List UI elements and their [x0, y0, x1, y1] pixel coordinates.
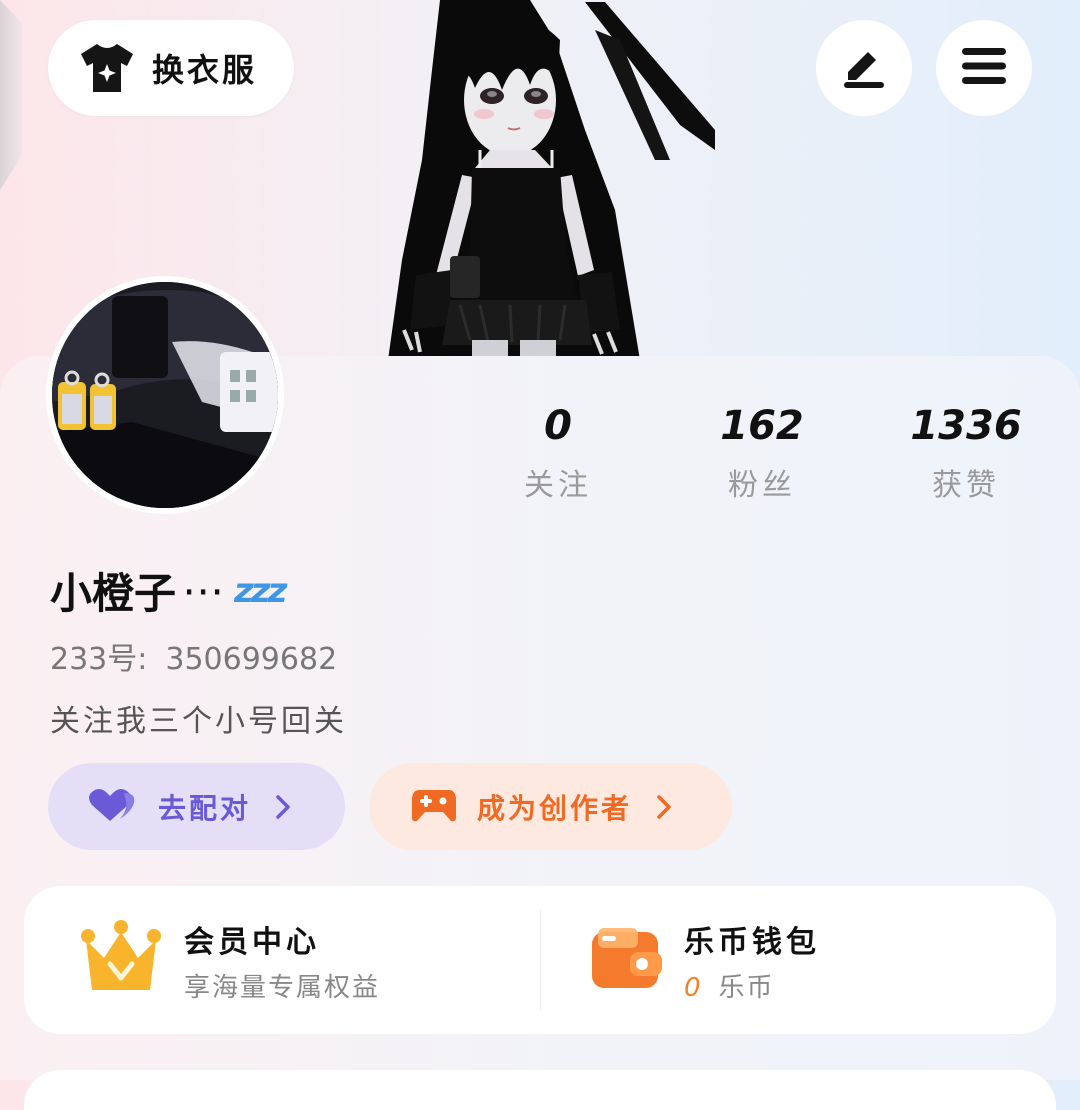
become-creator-label: 成为创作者: [477, 791, 633, 825]
wallet-balance: 0 乐币: [684, 967, 820, 1004]
user-bio: 关注我三个小号回关: [50, 704, 347, 739]
crown-icon: [80, 920, 162, 1000]
user-id: 233号: 350699682: [50, 634, 337, 678]
followers-count: 162: [720, 403, 804, 449]
likes-label: 获赞: [932, 468, 1000, 503]
tshirt-sparkle-icon: [78, 39, 136, 97]
vip-center-entry[interactable]: 会员中心 享海量专属权益: [80, 886, 380, 1034]
wallet-title: 乐币钱包: [684, 924, 820, 960]
avatar[interactable]: [46, 276, 284, 514]
vip-center-subtitle: 享海量专属权益: [184, 972, 381, 1003]
heart-icon: [88, 787, 138, 827]
chevron-right-icon: [656, 794, 672, 820]
following-count: 0: [544, 403, 572, 449]
hamburger-menu-icon: [960, 46, 1008, 90]
likes-count: 1336: [910, 403, 1022, 449]
stat-following[interactable]: 0 关注: [458, 398, 658, 504]
gamepad-icon: [411, 786, 457, 828]
pen-edit-icon: [840, 42, 888, 94]
user-id-label: 233号:: [50, 642, 148, 677]
vip-center-title: 会员中心: [184, 924, 320, 960]
wallet-entry[interactable]: 乐币钱包 0 乐币: [590, 886, 820, 1034]
wallet-icon: [590, 926, 662, 994]
hero-edge-decoration: [0, 0, 22, 190]
followers-label: 粉丝: [728, 468, 796, 503]
stat-likes[interactable]: 1336 获赞: [866, 398, 1066, 504]
match-label: 去配对: [158, 791, 252, 825]
dress-up-label: 换衣服: [152, 51, 258, 89]
dress-up-button[interactable]: 换衣服: [48, 20, 294, 116]
avatar-image: [52, 282, 278, 508]
username: 小橙子 ⋯ zzz: [50, 560, 287, 621]
following-label: 关注: [524, 468, 592, 503]
panel-divider: [540, 910, 541, 1010]
sleeping-zzz-icon: zzz: [234, 570, 287, 611]
stat-followers[interactable]: 162 粉丝: [662, 398, 862, 504]
next-section-card: [24, 1070, 1056, 1110]
username-text: 小橙子: [50, 569, 177, 618]
match-button[interactable]: 去配对: [48, 763, 345, 850]
chevron-right-icon: [275, 794, 291, 820]
wallet-amount: 0: [684, 972, 703, 1003]
services-panel: 会员中心 享海量专属权益 乐币钱包 0 乐币: [24, 886, 1056, 1034]
user-id-value: 350699682: [165, 642, 338, 677]
avatar-character-figure: [388, 0, 715, 360]
menu-button[interactable]: [936, 20, 1032, 116]
wallet-unit: 乐币: [718, 972, 775, 1003]
username-ellipsis: ⋯: [182, 566, 225, 615]
edit-profile-button[interactable]: [816, 20, 912, 116]
become-creator-button[interactable]: 成为创作者: [369, 763, 732, 850]
